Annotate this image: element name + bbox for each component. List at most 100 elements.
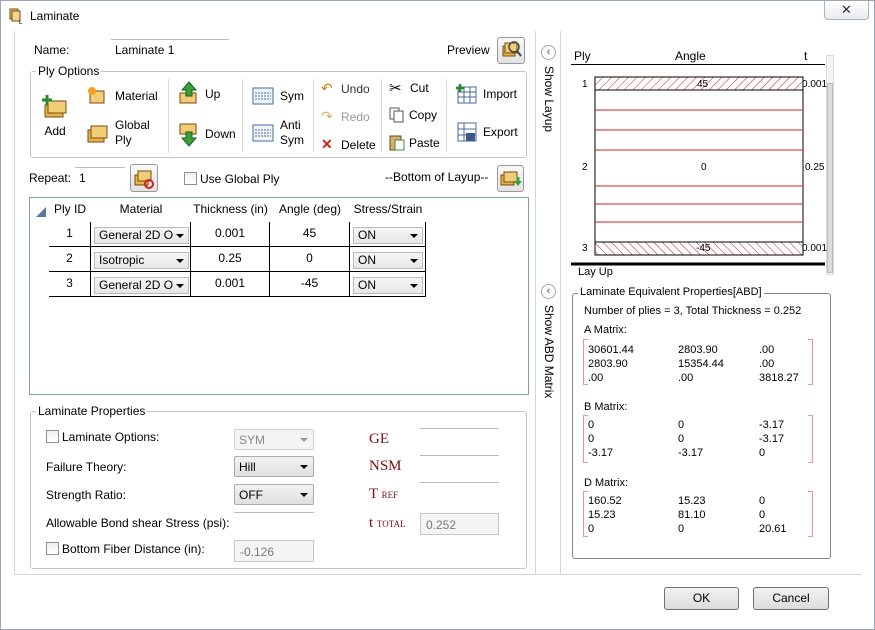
layup-scrollbar[interactable] [826, 55, 834, 275]
cell-stress-strain[interactable]: ON [350, 272, 426, 297]
show-layup-tab[interactable]: Show Layup [542, 66, 556, 132]
stress-strain-select[interactable]: ON [353, 252, 423, 269]
stress-strain-select[interactable]: ON [353, 227, 423, 244]
close-button[interactable]: ✕ [824, 1, 869, 20]
stress-strain-select[interactable]: ON [353, 277, 423, 294]
chevron-down-icon [410, 234, 418, 238]
laminate-options-select[interactable]: SYM [234, 429, 314, 450]
undo-label: Undo [341, 81, 370, 96]
cell-stress-strain[interactable]: ON [350, 247, 426, 272]
select-all-corner-icon[interactable] [36, 207, 46, 217]
cell-material[interactable]: General 2D O [91, 272, 191, 297]
layup-ply-3-t: 0.001 [802, 243, 828, 254]
cell-material[interactable]: General 2D O [91, 222, 191, 247]
layup-ply-3-angle: -45 [696, 243, 711, 254]
add-label: Add [44, 124, 66, 138]
anti-sym-button[interactable]: Anti Sym [252, 118, 306, 148]
layup-scroll-thumb[interactable] [827, 83, 833, 273]
bottom-fiber-field[interactable]: -0.126 [234, 540, 314, 562]
ge-field[interactable] [420, 428, 499, 429]
toolbar-separator [168, 79, 169, 153]
table-row[interactable]: 3 General 2D O 0.001 -45 ON [30, 272, 530, 297]
d-matrix-value: 0 [678, 523, 685, 535]
bottom-fiber-label: Bottom Fiber Distance (in): [62, 542, 205, 556]
collapse-layup-button[interactable]: ‹ [541, 45, 556, 60]
layup-ply-1-angle: 45 [697, 79, 709, 90]
material-value: General 2D O [99, 278, 174, 292]
global-ply-button[interactable]: Global Ply [85, 118, 155, 148]
d-matrix-value: 0 [759, 509, 766, 521]
up-label: Up [205, 87, 221, 101]
bottom-fiber-checkbox[interactable] [46, 542, 59, 555]
cell-thickness[interactable]: 0.25 [191, 247, 270, 272]
cell-angle[interactable]: -45 [270, 272, 350, 297]
strength-ratio-select[interactable]: OFF [234, 484, 314, 505]
cell-material[interactable]: Isotropic [91, 247, 191, 272]
ply-2-band [594, 89, 804, 243]
left-border [14, 31, 15, 574]
add-ply-button[interactable]: Add [41, 93, 69, 143]
export-button[interactable]: Export [456, 121, 518, 143]
table-row[interactable]: 1 General 2D O 0.001 45 ON [30, 222, 530, 247]
layup-ply-2-angle: 0 [701, 162, 707, 173]
paste-button[interactable]: Paste [389, 134, 440, 151]
import-button[interactable]: Import [456, 83, 517, 105]
cell-angle[interactable]: 45 [270, 222, 350, 247]
chevron-down-icon [300, 493, 308, 497]
tref-field[interactable] [420, 482, 499, 483]
cut-button[interactable]: ✂ Cut [389, 79, 429, 97]
nsm-field[interactable] [420, 455, 499, 456]
tref-label: T REF [369, 486, 398, 503]
undo-button[interactable]: ↶ Undo [321, 80, 370, 97]
show-abd-matrix-tab[interactable]: Show ABD Matrix [542, 305, 556, 398]
import-table-icon [456, 84, 477, 104]
preview-button[interactable] [497, 37, 525, 64]
a-matrix-value: 15354.44 [678, 358, 724, 370]
delete-button[interactable]: ✕ Delete [321, 136, 376, 153]
undo-icon: ↶ [321, 80, 333, 96]
ttotal-subscript: TOTAL [376, 519, 406, 529]
material-select[interactable]: Isotropic [94, 252, 189, 269]
d-matrix-bracket-right [808, 491, 813, 537]
use-global-ply-checkbox[interactable] [184, 172, 197, 185]
cell-thickness[interactable]: 0.001 [191, 272, 270, 297]
material-select[interactable]: General 2D O [94, 277, 189, 294]
delete-label: Delete [341, 137, 376, 152]
material-button[interactable]: Material [85, 85, 158, 107]
redo-button[interactable]: ↷ Redo [321, 108, 370, 125]
cell-ply-id[interactable]: 3 [49, 272, 91, 297]
material-select[interactable]: General 2D O [94, 227, 189, 244]
ge-label: GE [369, 431, 389, 447]
name-field[interactable]: Laminate 1 [111, 39, 229, 59]
bottom-of-layup-button[interactable] [497, 165, 524, 192]
abd-title: Laminate Equivalent Properties[ABD] [578, 286, 764, 298]
sym-button[interactable]: Sym [252, 87, 304, 105]
move-down-button[interactable]: Down [177, 121, 236, 147]
repeat-field[interactable]: 1 [75, 167, 125, 187]
a-matrix-value: 2803.90 [678, 344, 718, 356]
ok-button[interactable]: OK [664, 587, 739, 610]
delete-icon: ✕ [321, 136, 333, 152]
cell-ply-id[interactable]: 1 [49, 222, 91, 247]
copy-button[interactable]: Copy [389, 107, 437, 123]
layup-ply-1-num: 1 [582, 79, 588, 90]
ttotal-field[interactable]: 0.252 [420, 513, 499, 535]
bottom-of-layup-label: --Bottom of Layup-- [385, 170, 489, 184]
table-row[interactable]: 2 Isotropic 0.25 0 ON [30, 247, 530, 272]
bond-shear-field[interactable] [234, 512, 314, 513]
collapse-abd-button[interactable]: ‹ [541, 284, 556, 299]
cell-stress-strain[interactable]: ON [350, 222, 426, 247]
cancel-button[interactable]: Cancel [753, 587, 829, 610]
move-up-button[interactable]: Up [177, 81, 220, 107]
laminate-options-value: SYM [239, 433, 266, 447]
laminate-options-checkbox[interactable] [46, 430, 59, 443]
failure-theory-select[interactable]: Hill [234, 456, 314, 477]
cell-thickness[interactable]: 0.001 [191, 222, 270, 247]
repeat-apply-button[interactable] [130, 164, 158, 192]
import-label: Import [483, 87, 518, 101]
layup-diagram [571, 76, 825, 266]
layup-ply-2-t: 0.25 [805, 162, 825, 173]
cell-ply-id[interactable]: 2 [49, 247, 91, 272]
export-table-icon [457, 122, 477, 142]
cell-angle[interactable]: 0 [270, 247, 350, 272]
